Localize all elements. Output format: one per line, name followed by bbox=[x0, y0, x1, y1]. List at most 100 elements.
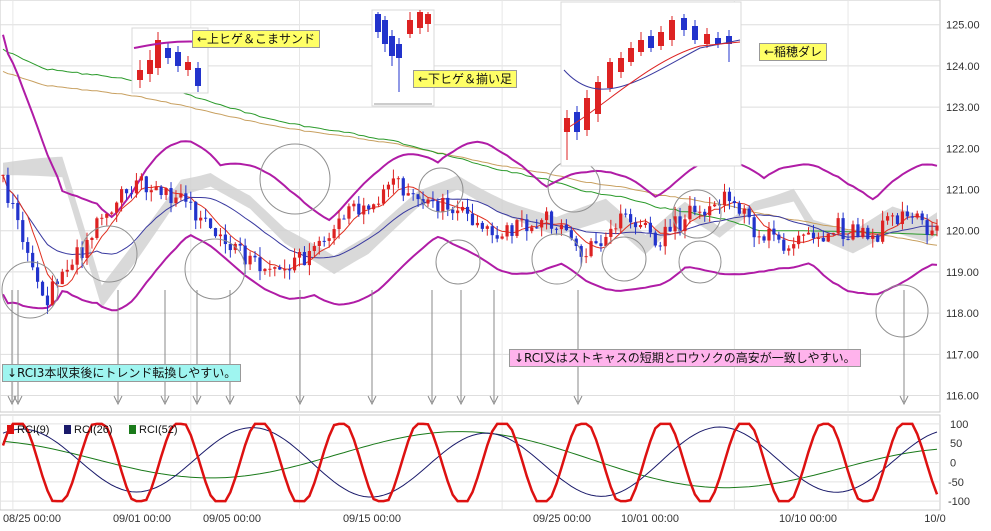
candle-body bbox=[742, 208, 746, 214]
candle-body bbox=[643, 222, 648, 226]
legend-rci9-swatch bbox=[7, 425, 14, 434]
inset-candle-body bbox=[595, 82, 601, 114]
candle-body bbox=[100, 217, 104, 219]
candle-body bbox=[584, 256, 588, 258]
candle-body bbox=[238, 243, 242, 246]
legend-rci26-label: RCI(26) bbox=[74, 424, 113, 436]
rci-y-tick-label: -100 bbox=[948, 496, 970, 508]
candle-body bbox=[149, 190, 153, 193]
candle-body bbox=[752, 217, 756, 238]
candle-body bbox=[179, 193, 183, 198]
inset-inaho bbox=[560, 1, 742, 167]
candle-body bbox=[337, 218, 341, 230]
candle-body bbox=[490, 226, 494, 236]
candle-body bbox=[174, 197, 178, 204]
candle-body bbox=[386, 184, 391, 190]
candle-body bbox=[782, 239, 786, 251]
candle-body bbox=[678, 216, 682, 232]
candle-body bbox=[297, 251, 302, 258]
candle-body bbox=[772, 228, 776, 235]
x-tick-label: 08/25 00:00 bbox=[3, 513, 61, 525]
inset-candle-body bbox=[658, 32, 664, 46]
candle-body bbox=[451, 209, 455, 214]
candle-body bbox=[6, 174, 10, 203]
candle-body bbox=[50, 281, 55, 306]
candle-body bbox=[609, 228, 613, 237]
candle-body bbox=[26, 242, 30, 253]
candle-body bbox=[663, 226, 667, 247]
inset-candle-body bbox=[137, 70, 143, 80]
candle-body bbox=[164, 188, 168, 196]
x-tick-label: 09/15 00:00 bbox=[343, 513, 401, 525]
candle-body bbox=[381, 189, 386, 204]
candle-body bbox=[70, 264, 74, 270]
candle-body bbox=[446, 197, 450, 210]
inset-lower-wick-frame bbox=[371, 9, 435, 107]
candle-body bbox=[767, 228, 771, 241]
candle-body bbox=[683, 219, 687, 232]
inset-candle-body bbox=[375, 14, 381, 32]
price-y-tick-label: 117.00 bbox=[946, 349, 979, 361]
candle-body bbox=[332, 229, 336, 239]
candle-body bbox=[792, 244, 796, 249]
candle-body bbox=[228, 244, 232, 251]
candle-body bbox=[288, 269, 292, 271]
inset-candle-body bbox=[618, 58, 624, 72]
candle-body bbox=[460, 206, 465, 211]
candle-body bbox=[915, 213, 919, 218]
candle-body bbox=[544, 211, 549, 221]
candle-body bbox=[248, 255, 252, 265]
candle-body bbox=[189, 201, 193, 203]
inset-candle-body bbox=[185, 62, 191, 70]
inset-candle-body bbox=[692, 26, 698, 40]
candle-body bbox=[16, 203, 20, 221]
candle-body bbox=[801, 234, 806, 236]
candle-body bbox=[307, 251, 311, 266]
candle-body bbox=[263, 268, 267, 272]
candle-body bbox=[836, 218, 840, 233]
candle-body bbox=[599, 243, 603, 246]
candle-body bbox=[708, 206, 712, 216]
price-y-tick-label: 123.00 bbox=[946, 102, 980, 114]
candle-body bbox=[826, 233, 830, 242]
candle-body bbox=[283, 269, 287, 271]
candle-body bbox=[851, 224, 855, 240]
candle-body bbox=[614, 228, 618, 230]
inset-candle-body bbox=[638, 40, 644, 52]
candle-body bbox=[480, 222, 484, 229]
candle-body bbox=[910, 216, 914, 218]
candle-body bbox=[624, 213, 628, 215]
candle-body bbox=[120, 189, 124, 203]
candle-body bbox=[890, 215, 895, 217]
inset-candle-body bbox=[175, 52, 181, 66]
candle-body bbox=[124, 189, 129, 194]
price-y-tick-label: 124.00 bbox=[946, 61, 980, 73]
candle-body bbox=[465, 206, 470, 214]
candle-body bbox=[169, 188, 173, 204]
candle-body bbox=[470, 213, 475, 226]
candle-body bbox=[732, 201, 736, 204]
candle-body bbox=[589, 241, 593, 257]
candle-body bbox=[105, 213, 109, 218]
inset-candle-body bbox=[704, 34, 710, 44]
inset-candle-body bbox=[147, 60, 153, 74]
price-y-tick-label: 125.00 bbox=[946, 20, 980, 32]
candle-body bbox=[777, 234, 781, 240]
candle-body bbox=[436, 201, 440, 213]
candle-body bbox=[727, 191, 732, 202]
candle-body bbox=[367, 205, 371, 210]
candle-body bbox=[65, 269, 69, 272]
candle-body bbox=[841, 218, 845, 240]
candle-body bbox=[797, 235, 801, 245]
candle-body bbox=[881, 220, 885, 242]
candle-body bbox=[357, 203, 361, 215]
candle-body bbox=[900, 211, 905, 225]
candle-body bbox=[317, 240, 321, 247]
candle-body bbox=[520, 219, 524, 221]
price-y-tick-label: 120.00 bbox=[946, 226, 980, 238]
candle-body bbox=[134, 180, 139, 194]
inset-candle-body bbox=[396, 44, 402, 58]
annotation-upper-wick: ←上ヒゲ＆こまサンド bbox=[192, 30, 321, 48]
candle-body bbox=[530, 227, 534, 232]
candle-body bbox=[21, 220, 25, 243]
